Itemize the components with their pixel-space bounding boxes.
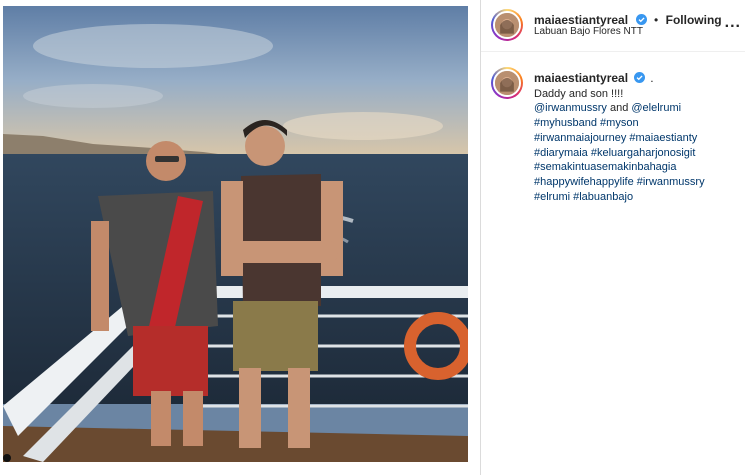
header-separator: • <box>653 13 659 27</box>
caption-and: and <box>609 102 629 115</box>
following-button[interactable]: Following <box>666 13 722 27</box>
hashtag-line[interactable]: #elrumi #labuanbajo <box>534 190 739 205</box>
caption-username[interactable]: maiaestiantyreal <box>534 71 628 85</box>
post-side-panel: maiaestiantyreal • Following Labuan Bajo… <box>481 0 745 475</box>
instagram-post: maiaestiantyreal • Following Labuan Bajo… <box>0 0 745 475</box>
hashtag-line[interactable]: #diarymaia #keluargaharjonosigit <box>534 146 739 161</box>
hashtag-line[interactable]: #happywifehappylife #irwanmussry <box>534 175 739 190</box>
verified-badge-icon <box>635 14 647 25</box>
profile-avatar[interactable] <box>491 9 523 41</box>
photo-scene <box>3 6 468 462</box>
header-username[interactable]: maiaestiantyreal <box>534 13 628 27</box>
hashtag-line[interactable]: #irwanmaiajourney #maiaestianty <box>534 131 739 146</box>
mention-link[interactable]: @irwanmussry <box>534 102 607 114</box>
caption-text: maiaestiantyreal . Daddy and son !!!! @i… <box>534 71 739 204</box>
post-photo[interactable] <box>3 6 468 462</box>
caption-avatar[interactable] <box>491 67 523 99</box>
caption-mentions: @irwanmussry and @elelrumi <box>534 101 739 116</box>
post-header: maiaestiantyreal • Following Labuan Bajo… <box>481 0 745 52</box>
caption-author-row: maiaestiantyreal . <box>534 71 739 87</box>
verified-badge-icon <box>634 72 646 83</box>
hashtag-line[interactable]: #semakintuasemakinbahagia <box>534 160 739 175</box>
carousel-indicator <box>3 454 11 462</box>
avatar-face-icon <box>495 13 519 37</box>
mention-link[interactable]: @elelrumi <box>631 102 681 114</box>
avatar-face-icon <box>495 71 519 95</box>
caption-trailing: . <box>650 71 654 85</box>
caption-line-1: Daddy and son !!!! <box>534 87 624 100</box>
more-options-icon[interactable]: ... <box>725 14 741 32</box>
location-link[interactable]: Labuan Bajo Flores NTT <box>534 26 643 37</box>
hashtag-line[interactable]: #myhusband #myson <box>534 116 739 131</box>
